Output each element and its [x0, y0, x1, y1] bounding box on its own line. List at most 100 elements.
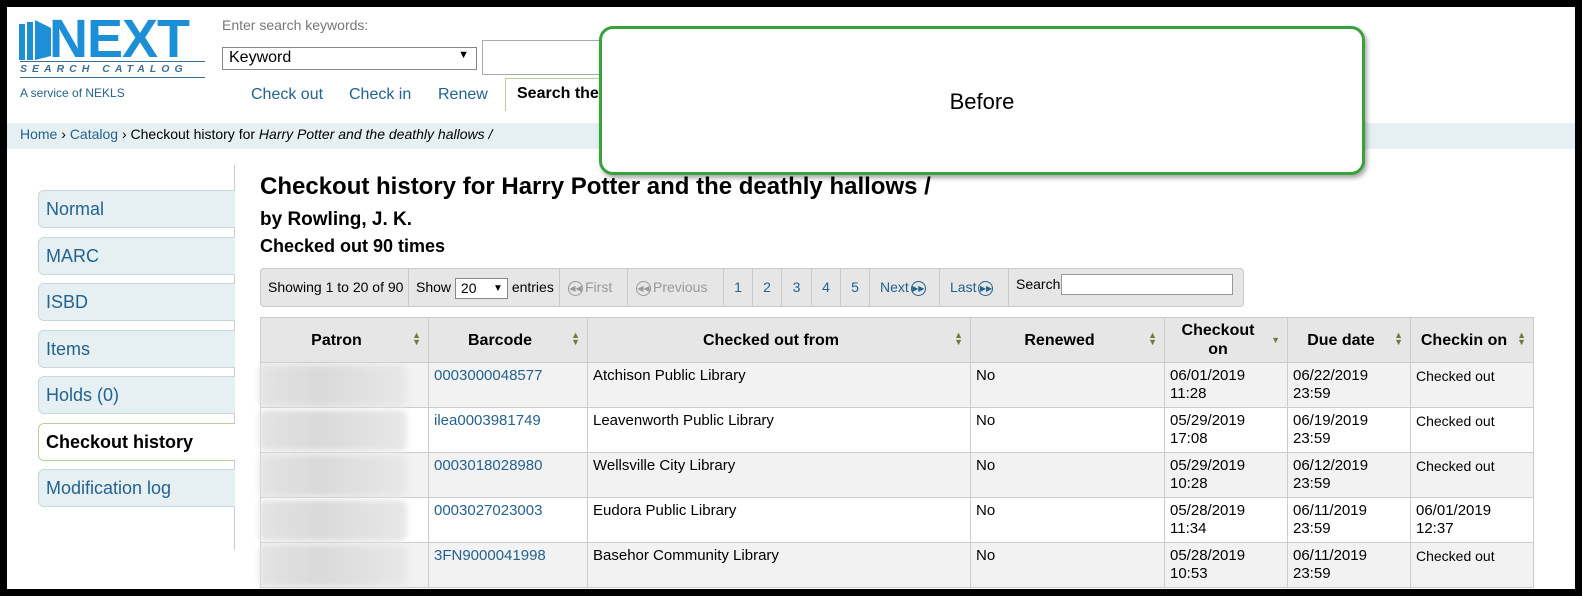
due-date: 06/22/2019 — [1293, 367, 1369, 384]
search-input[interactable] — [482, 40, 612, 75]
col-checked-out-from[interactable]: Checked out from ▲ ▼ — [587, 317, 971, 363]
checkin-date: Checked out — [1416, 368, 1495, 384]
col-checkout-label-2: on — [1208, 341, 1228, 358]
checkout-date: 05/29/2019 — [1170, 412, 1246, 429]
page-length-value: 20 — [460, 279, 477, 296]
barcode-link[interactable]: 3FN9000041998 — [428, 542, 588, 588]
due-date-cell: 06/11/2019 23:59 — [1287, 497, 1411, 543]
col-checkin-on[interactable]: Checkin on ▲ ▼ — [1410, 317, 1534, 363]
library-cell: Leavenworth Public Library — [587, 407, 971, 453]
previous-page-button[interactable]: ◀◀ Previous — [628, 269, 724, 306]
logo-subtitle: SEARCH CATALOG — [20, 63, 188, 75]
checkin-cell: Checked out — [1410, 362, 1534, 408]
col-due-date[interactable]: Due date ▲ ▼ — [1287, 317, 1411, 363]
library-cell: Eudora Public Library — [587, 497, 971, 543]
col-renewed[interactable]: Renewed ▲ ▼ — [970, 317, 1165, 363]
sort-icon: ▲ ▼ — [1394, 330, 1403, 347]
next-label: Next — [880, 279, 909, 295]
checkout-time: 11:28 — [1170, 385, 1207, 402]
page-button-1[interactable]: 1 — [724, 269, 753, 306]
sort-icon: ▲ ▼ — [1517, 330, 1526, 347]
col-checkout-on[interactable]: Checkout on ▼ — [1164, 317, 1288, 363]
previous-page-icon: ◀◀ — [636, 280, 651, 296]
due-date-cell: 06/19/2019 23:59 — [1287, 407, 1411, 453]
last-page-button[interactable]: Last ▶▶ — [940, 269, 1009, 306]
patron-cell-redacted — [259, 362, 429, 408]
due-date-cell: 06/12/2019 23:59 — [1287, 452, 1411, 498]
next-page-icon: ▶▶ — [910, 280, 926, 296]
page-length-control: Show 20 ▼ entries — [409, 269, 560, 306]
first-page-button[interactable]: ◀◀ First — [560, 269, 628, 306]
redacted-patron — [259, 410, 407, 451]
checkin-time: 12:37 — [1416, 520, 1454, 537]
sidebar-item-holds[interactable]: Holds (0) — [38, 376, 235, 414]
barcode-link[interactable]: 0003027023003 — [428, 497, 588, 543]
due-time: 23:59 — [1293, 565, 1331, 582]
col-checkin-label: Checkin on — [1420, 331, 1508, 349]
page-button-5[interactable]: 5 — [841, 269, 870, 306]
table-search-input[interactable] — [1061, 274, 1233, 295]
page-length-select[interactable]: 20 ▼ — [454, 277, 508, 299]
breadcrumb-home[interactable]: Home — [20, 126, 57, 142]
page-frame: NEXT SEARCH CATALOG A service of NEKLS E… — [0, 0, 1582, 596]
sort-icon: ▲ ▼ — [954, 330, 963, 347]
checkout-date: 06/01/2019 — [1170, 367, 1246, 384]
sidebar-item-normal[interactable]: Normal — [38, 190, 235, 228]
checkout-date-cell: 06/01/2019 11:28 — [1164, 362, 1288, 408]
sidebar-item-marc[interactable]: MARC — [38, 237, 235, 275]
sidebar-item-modification-log[interactable]: Modification log — [38, 469, 235, 507]
checkout-date: 05/28/2019 — [1170, 502, 1246, 519]
next-logo[interactable]: NEXT SEARCH CATALOG A service of NEKLS — [19, 9, 209, 102]
due-date: 06/12/2019 — [1293, 457, 1369, 474]
breadcrumb-separator: › — [121, 126, 127, 142]
redacted-patron — [259, 545, 407, 586]
sort-desc-icon: ▼ — [1271, 335, 1280, 345]
showing-info: Showing 1 to 20 of 90 — [261, 269, 409, 306]
library-cell: Atchison Public Library — [587, 362, 971, 408]
search-type-select[interactable]: Keyword ▼ — [222, 47, 477, 70]
breadcrumb-separator: › — [61, 126, 66, 142]
barcode-link[interactable]: 0003018028980 — [428, 452, 588, 498]
table-row: 0003000048577 Atchison Public Library No… — [259, 362, 1534, 408]
sidebar-item-items[interactable]: Items — [38, 330, 235, 368]
page-button-4[interactable]: 4 — [812, 269, 841, 306]
checkin-cell: Checked out — [1410, 542, 1534, 588]
col-checkout-label-1: Checkout — [1181, 322, 1255, 339]
sidebar-item-checkout-history[interactable]: Checkout history — [38, 423, 235, 461]
subnav-checkin[interactable]: Check in — [349, 86, 411, 104]
checkout-date-cell: 05/29/2019 17:08 — [1164, 407, 1288, 453]
first-page-icon: ◀◀ — [568, 280, 583, 296]
search-hint: Enter search keywords: — [222, 17, 369, 33]
next-page-button[interactable]: Next ▶▶ — [870, 269, 940, 306]
col-patron[interactable]: Patron ▲ ▼ — [260, 317, 429, 363]
due-time: 23:59 — [1293, 520, 1331, 537]
patron-cell-redacted — [259, 542, 429, 588]
page-button-3[interactable]: 3 — [782, 269, 812, 306]
due-date: 06/19/2019 — [1293, 412, 1369, 429]
patron-cell-redacted — [259, 452, 429, 498]
sort-icon: ▲ ▼ — [412, 330, 421, 347]
table-row: 0003018028980 Wellsville City Library No… — [259, 452, 1534, 498]
subnav-checkout[interactable]: Check out — [251, 86, 323, 104]
page-button-2[interactable]: 2 — [753, 269, 782, 306]
subnav-renew[interactable]: Renew — [438, 86, 488, 104]
show-label: Show — [416, 279, 452, 295]
breadcrumb-catalog[interactable]: Catalog — [70, 126, 118, 142]
checkin-cell: Checked out — [1410, 452, 1534, 498]
checkin-cell: 06/01/2019 12:37 — [1410, 497, 1534, 543]
barcode-link[interactable]: ilea0003981749 — [428, 407, 588, 453]
checkin-date: Checked out — [1416, 458, 1495, 474]
patron-cell-redacted — [259, 407, 429, 453]
first-label: First — [585, 279, 613, 295]
due-date: 06/11/2019 — [1293, 502, 1367, 519]
checkout-date-cell: 05/29/2019 10:28 — [1164, 452, 1288, 498]
renewed-cell: No — [970, 362, 1165, 408]
redacted-patron — [259, 365, 407, 406]
barcode-link[interactable]: 0003000048577 — [428, 362, 588, 408]
col-barcode[interactable]: Barcode ▲ ▼ — [428, 317, 588, 363]
checkout-date: 05/28/2019 — [1170, 547, 1246, 564]
sidebar-item-isbd[interactable]: ISBD — [38, 283, 235, 321]
checkout-date-cell: 05/28/2019 11:34 — [1164, 497, 1288, 543]
sort-icon: ▲ ▼ — [571, 330, 580, 347]
table-row: ilea0003981749 Leavenworth Public Librar… — [259, 407, 1534, 453]
